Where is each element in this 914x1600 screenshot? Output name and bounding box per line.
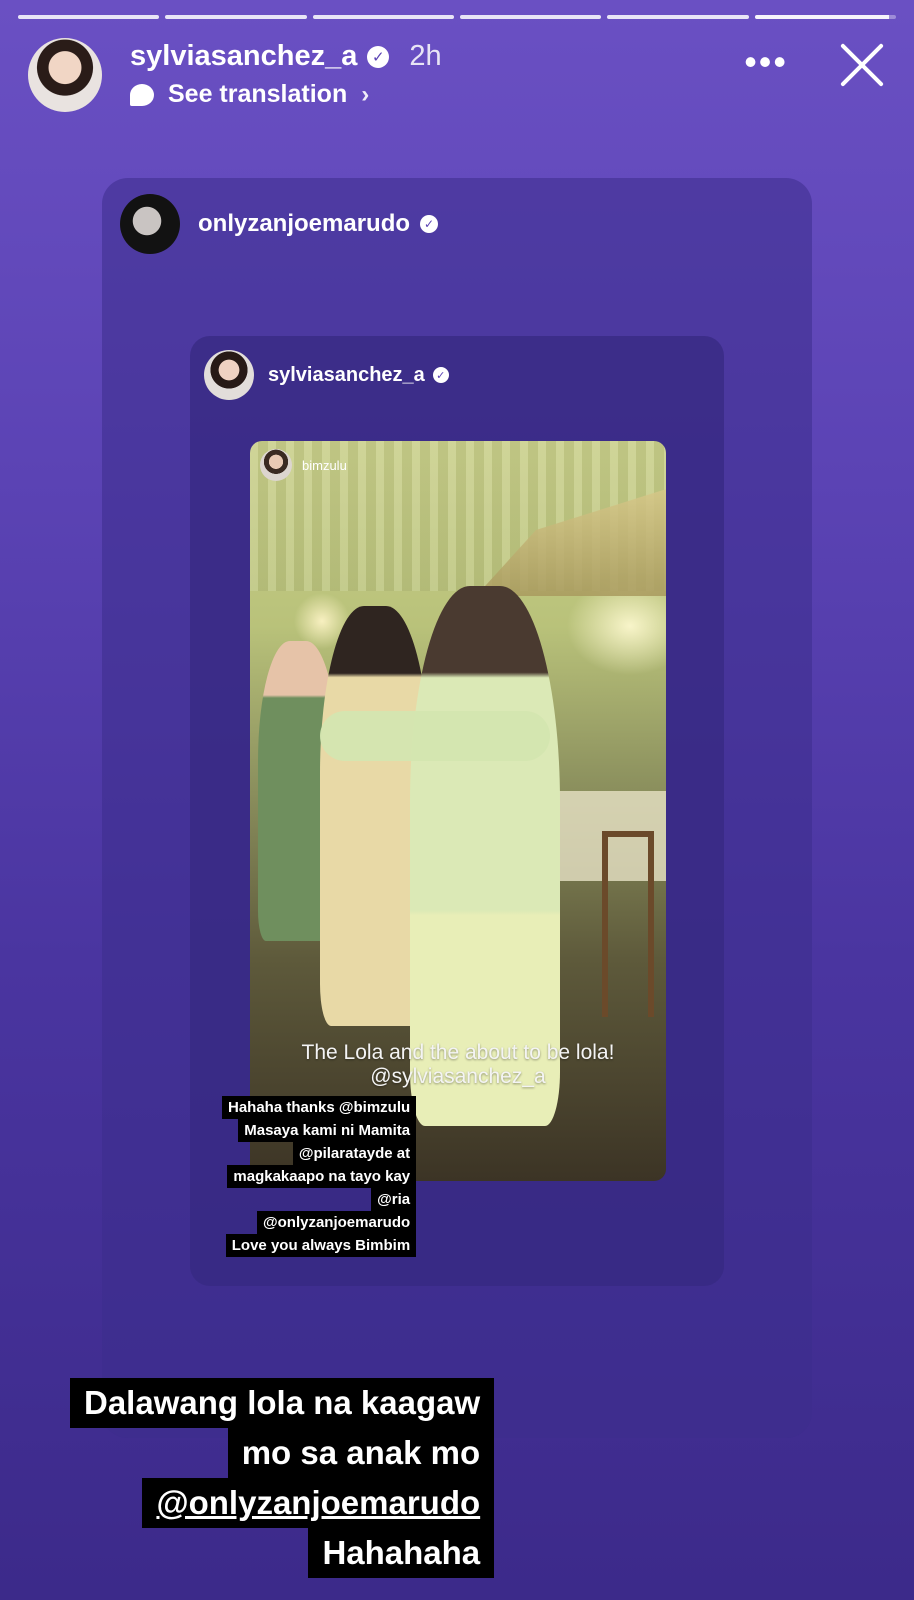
text-line: Love you always Bimbim <box>225 1234 417 1257</box>
progress-segment <box>459 15 602 19</box>
story-photo[interactable]: bimzulu The Lola and the about to be lol… <box>250 441 666 1181</box>
username-text[interactable]: sylviasanchez_a <box>130 40 357 73</box>
close-icon[interactable] <box>838 40 886 88</box>
progress-segment <box>165 15 307 19</box>
story-progress-bar <box>18 15 896 19</box>
see-translation-label: See translation <box>168 80 348 108</box>
progress-segment-current <box>754 15 896 19</box>
chevron-right-icon: › <box>361 80 370 108</box>
reshared-story-card[interactable]: onlyzanjoemarudo ✓ sylviasanchez_a ✓ bim… <box>102 178 812 1438</box>
mention-link[interactable]: @onlyzanjoemarudo <box>156 1484 480 1521</box>
reshared-username[interactable]: onlyzanjoemarudo ✓ <box>198 210 439 238</box>
translate-bubble-icon <box>130 83 154 106</box>
text-line: Masaya kami ni Mamita <box>238 1119 417 1142</box>
story-text-line: Hahahaha <box>308 1528 495 1578</box>
story-text-overlay: Dalawang lola na kaagaw mo sa anak mo @o… <box>70 1378 495 1578</box>
text-line[interactable]: @pilaratayde at <box>292 1142 417 1165</box>
username[interactable]: sylviasanchez_a ✓ 2h <box>130 40 442 73</box>
nested-username-text[interactable]: sylviasanchez_a <box>268 364 425 387</box>
photo-header: bimzulu <box>260 449 347 481</box>
more-icon[interactable]: ••• <box>744 44 788 80</box>
nested-story-card[interactable]: sylviasanchez_a ✓ bimzulu The Lola and t… <box>190 336 724 1286</box>
progress-fill <box>754 15 889 19</box>
text-line[interactable]: @ria <box>371 1188 417 1211</box>
photo-hug <box>320 711 550 761</box>
verified-badge-icon: ✓ <box>420 215 439 233</box>
post-time: 2h <box>409 40 442 72</box>
avatar[interactable] <box>204 350 254 400</box>
text-line: Hahaha thanks @bimzulu <box>222 1096 417 1119</box>
verified-badge-icon: ✓ <box>367 45 390 68</box>
nested-card-header: sylviasanchez_a ✓ <box>204 350 449 400</box>
avatar[interactable] <box>260 449 292 481</box>
progress-segment <box>18 15 160 19</box>
story-header: sylviasanchez_a ✓ 2h See translation › •… <box>28 38 886 114</box>
nested-username[interactable]: sylviasanchez_a ✓ <box>268 364 449 387</box>
progress-segment <box>607 15 749 19</box>
story-text-line: Dalawang lola na kaagaw <box>70 1378 495 1428</box>
see-translation-button[interactable]: See translation › <box>130 80 369 109</box>
avatar[interactable] <box>28 38 102 112</box>
reshared-card-header: onlyzanjoemarudo ✓ <box>120 194 439 254</box>
photo-caption: The Lola and the about to be lola! <box>301 1041 615 1064</box>
progress-segment <box>312 15 454 19</box>
photo-username[interactable]: bimzulu <box>302 458 347 473</box>
text-line: magkakaapo na tayo kay <box>227 1165 417 1188</box>
story-mention[interactable]: @onlyzanjoemarudo <box>142 1478 495 1528</box>
photo-caption-mention[interactable]: @sylviasanchez_a <box>270 1065 646 1089</box>
text-line[interactable]: @onlyzanjoemarudo <box>257 1211 417 1234</box>
photo-chair <box>602 831 654 1017</box>
nested-story-text: Hahaha thanks @bimzulu Masaya kami ni Ma… <box>222 1096 417 1257</box>
reshared-username-text[interactable]: onlyzanjoemarudo <box>198 210 410 238</box>
verified-badge-icon: ✓ <box>432 367 449 383</box>
avatar[interactable] <box>120 194 180 254</box>
story-text-line: mo sa anak mo <box>227 1428 495 1478</box>
